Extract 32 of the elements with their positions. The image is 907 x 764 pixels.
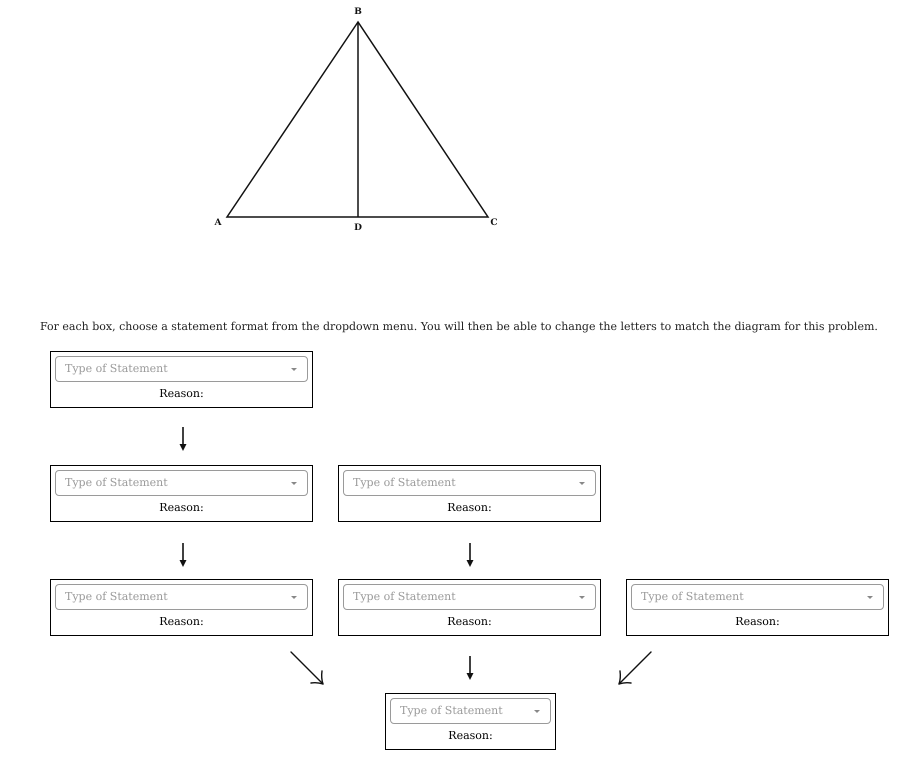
caret-icon bbox=[579, 596, 585, 598]
arrow-down-icon bbox=[465, 656, 475, 680]
point-label: D bbox=[354, 223, 362, 233]
statement-dropdown[interactable]: Type of Statement bbox=[343, 470, 596, 496]
caret-icon bbox=[291, 368, 297, 370]
statement-dropdown[interactable]: Type of Statement bbox=[631, 584, 884, 610]
reason-label: Reason: bbox=[447, 500, 492, 516]
caret-icon bbox=[291, 482, 297, 484]
point-label: C bbox=[490, 218, 498, 228]
instructions-text: For each box, choose a statement format from the dropdown menu. You will then be able to change the letters to match the diagram for this problem. bbox=[39, 319, 879, 335]
statement-dropdown[interactable]: Type of Statement bbox=[390, 698, 551, 724]
arrow-down-icon bbox=[178, 427, 188, 451]
caret-icon bbox=[534, 710, 540, 712]
point-label: B bbox=[354, 7, 362, 17]
statement-dropdown[interactable]: Type of Statement bbox=[55, 470, 308, 496]
caret-icon bbox=[867, 596, 873, 598]
caret-icon bbox=[291, 596, 297, 598]
reason-label: Reason: bbox=[447, 614, 492, 630]
reason-label: Reason: bbox=[159, 500, 204, 516]
reason-label: Reason: bbox=[159, 614, 204, 630]
point-label: A bbox=[214, 218, 222, 228]
statement-dropdown[interactable]: Type of Statement bbox=[343, 584, 596, 610]
reason-label: Reason: bbox=[735, 614, 780, 630]
arrow-down-left-icon bbox=[618, 651, 652, 685]
reason-label: Reason: bbox=[448, 728, 493, 744]
arrow-down-icon bbox=[465, 543, 475, 567]
statement-dropdown[interactable]: Type of Statement bbox=[55, 584, 308, 610]
reason-label: Reason: bbox=[159, 386, 204, 402]
statement-dropdown[interactable]: Type of Statement bbox=[55, 356, 308, 382]
arrow-down-right-icon bbox=[290, 651, 324, 685]
caret-icon bbox=[579, 482, 585, 484]
arrow-down-icon bbox=[178, 543, 188, 567]
